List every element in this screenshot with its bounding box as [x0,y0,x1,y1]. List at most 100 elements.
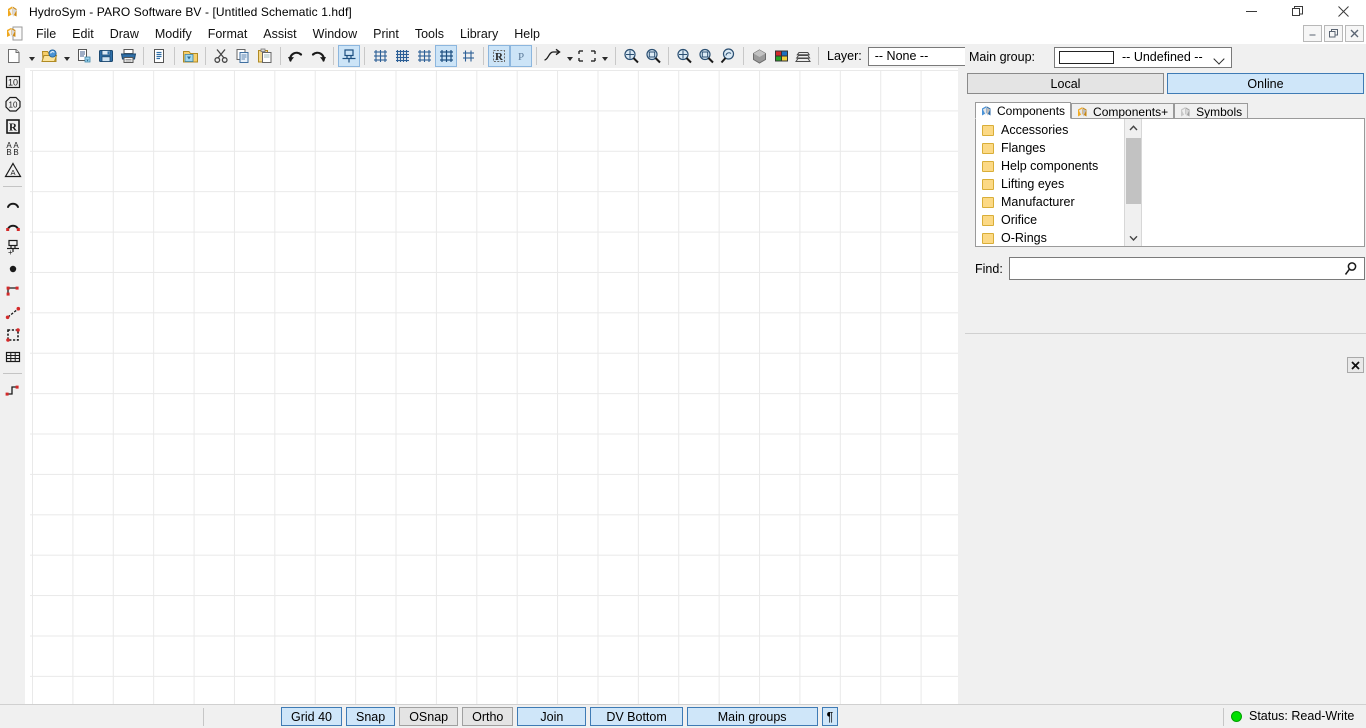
canvas-panel-splitter[interactable] [958,68,965,704]
tree-item-o-rings[interactable]: O-Rings [976,229,1124,246]
number-box-10-icon-button[interactable]: 10 [1,71,24,93]
layers-stack-button[interactable] [792,45,814,67]
table-grid-icon-button[interactable] [1,346,24,368]
new-document-dropdown[interactable] [25,45,38,67]
menu-item-window[interactable]: Window [305,24,365,44]
grid-coarse-button[interactable] [369,45,391,67]
save-button[interactable] [95,45,117,67]
tree-item-manufacturer[interactable]: Manufacturer [976,193,1124,211]
status-button-snap[interactable]: Snap [346,707,395,726]
tree-item-flanges[interactable]: Flanges [976,139,1124,157]
menu-item-library[interactable]: Library [452,24,506,44]
color-palette-button[interactable] [770,45,792,67]
add-connection-icon-button[interactable]: + [1,236,24,258]
line-segment-icon-button[interactable] [1,302,24,324]
aabb-text-icon-button[interactable]: A A B B [1,137,24,159]
tab-components[interactable]: Components [975,102,1071,119]
zoom-selection-button[interactable] [717,45,739,67]
cut-button[interactable] [210,45,232,67]
menu-item-draw[interactable]: Draw [102,24,147,44]
print-button[interactable] [117,45,139,67]
menu-item-tools[interactable]: Tools [407,24,452,44]
component-detail-pane[interactable] [1141,119,1364,246]
component-tree: Accessories Flanges Help components Lift… [975,118,1365,247]
scrollbar-thumb[interactable] [1126,138,1141,204]
status-button-main-groups[interactable]: Main groups [687,707,818,726]
selection-frame-dropdown[interactable] [598,45,611,67]
copy-button[interactable] [232,45,254,67]
scroll-down-arrow-icon[interactable] [1125,229,1142,246]
tree-item-help-components[interactable]: Help components [976,157,1124,175]
stepped-path-icon-button[interactable] [1,379,24,401]
svg-text:P: P [518,51,524,63]
status-button-dv-bottom[interactable]: DV Bottom [590,707,682,726]
grid-wide-button[interactable] [457,45,479,67]
tree-item-lifting-eyes[interactable]: Lifting eyes [976,175,1124,193]
tab-symbols[interactable]: Symbols [1174,103,1248,119]
arc-icon-button[interactable] [1,192,24,214]
paste-button[interactable] [254,45,276,67]
grid-active-button[interactable] [435,45,457,67]
grid-dense-button[interactable] [391,45,413,67]
document-text-button[interactable] [148,45,170,67]
connector-line-button[interactable] [541,45,563,67]
zoom-window-button[interactable] [642,45,664,67]
window-minimize-button[interactable] [1228,0,1274,23]
schematic-canvas[interactable] [25,68,958,704]
import-folder-button[interactable] [179,45,201,67]
polyline-icon-button[interactable] [1,280,24,302]
tree-item-orifice[interactable]: Orifice [976,211,1124,229]
status-button-join[interactable]: Join [517,707,586,726]
zoom-pan-button[interactable] [620,45,642,67]
snap-toggle-button[interactable] [338,45,360,67]
magnifier-icon[interactable] [1343,261,1359,280]
menu-item-print[interactable]: Print [365,24,407,44]
open-document-dropdown[interactable] [60,45,73,67]
menu-item-assist[interactable]: Assist [255,24,304,44]
new-document-button[interactable] [3,45,25,67]
component-tree-scrollbar[interactable] [1124,119,1141,246]
menu-item-modify[interactable]: Modify [147,24,200,44]
open-document-button[interactable] [38,45,60,67]
save-as-button[interactable] [73,45,95,67]
status-button-grid[interactable]: Grid 40 [281,707,342,726]
panel-close-button[interactable] [1347,357,1364,373]
filled-dot-icon-button[interactable] [1,258,24,280]
mdi-close-button[interactable] [1345,25,1364,42]
status-button-pilcrow[interactable]: ¶ [822,707,839,726]
dashed-square-icon-button[interactable] [1,324,24,346]
redo-button[interactable] [307,45,329,67]
main-group-combobox[interactable]: -- Undefined -- [1054,47,1232,68]
position-toggle-button[interactable]: P [510,45,532,67]
window-close-button[interactable] [1320,0,1366,23]
scroll-up-arrow-icon[interactable] [1125,119,1142,136]
triangle-a-icon-button[interactable]: A [1,159,24,181]
tree-item-accessories[interactable]: Accessories [976,121,1124,139]
reference-toggle-button[interactable]: R [488,45,510,67]
local-tab-button[interactable]: Local [967,73,1164,94]
status-button-osnap[interactable]: OSnap [399,707,458,726]
status-button-ortho[interactable]: Ortho [462,707,513,726]
zoom-extents-button[interactable] [695,45,717,67]
search-input[interactable] [1010,258,1364,279]
zoom-all-button[interactable] [673,45,695,67]
boxed-r-icon-button[interactable]: R [1,115,24,137]
arc-endpoints-icon-button[interactable] [1,214,24,236]
window-restore-button[interactable] [1274,0,1320,23]
selection-frame-button[interactable] [576,45,598,67]
number-circle-10-icon-button[interactable]: 10 [1,93,24,115]
menu-item-format[interactable]: Format [200,24,256,44]
grid-medium-button[interactable] [413,45,435,67]
menu-item-edit[interactable]: Edit [64,24,102,44]
mdi-minimize-button[interactable] [1303,25,1322,42]
online-tab-button[interactable]: Online [1167,73,1364,94]
undo-button[interactable] [285,45,307,67]
grey-cube-button[interactable] [748,45,770,67]
menu-item-help[interactable]: Help [506,24,548,44]
find-input-wrapper[interactable] [1009,257,1365,280]
menu-item-file[interactable]: File [28,24,64,44]
tab-components-plus[interactable]: Components+ [1071,103,1174,119]
mdi-restore-button[interactable] [1324,25,1343,42]
connector-line-dropdown[interactable] [563,45,576,67]
component-tree-list[interactable]: Accessories Flanges Help components Lift… [976,119,1124,246]
